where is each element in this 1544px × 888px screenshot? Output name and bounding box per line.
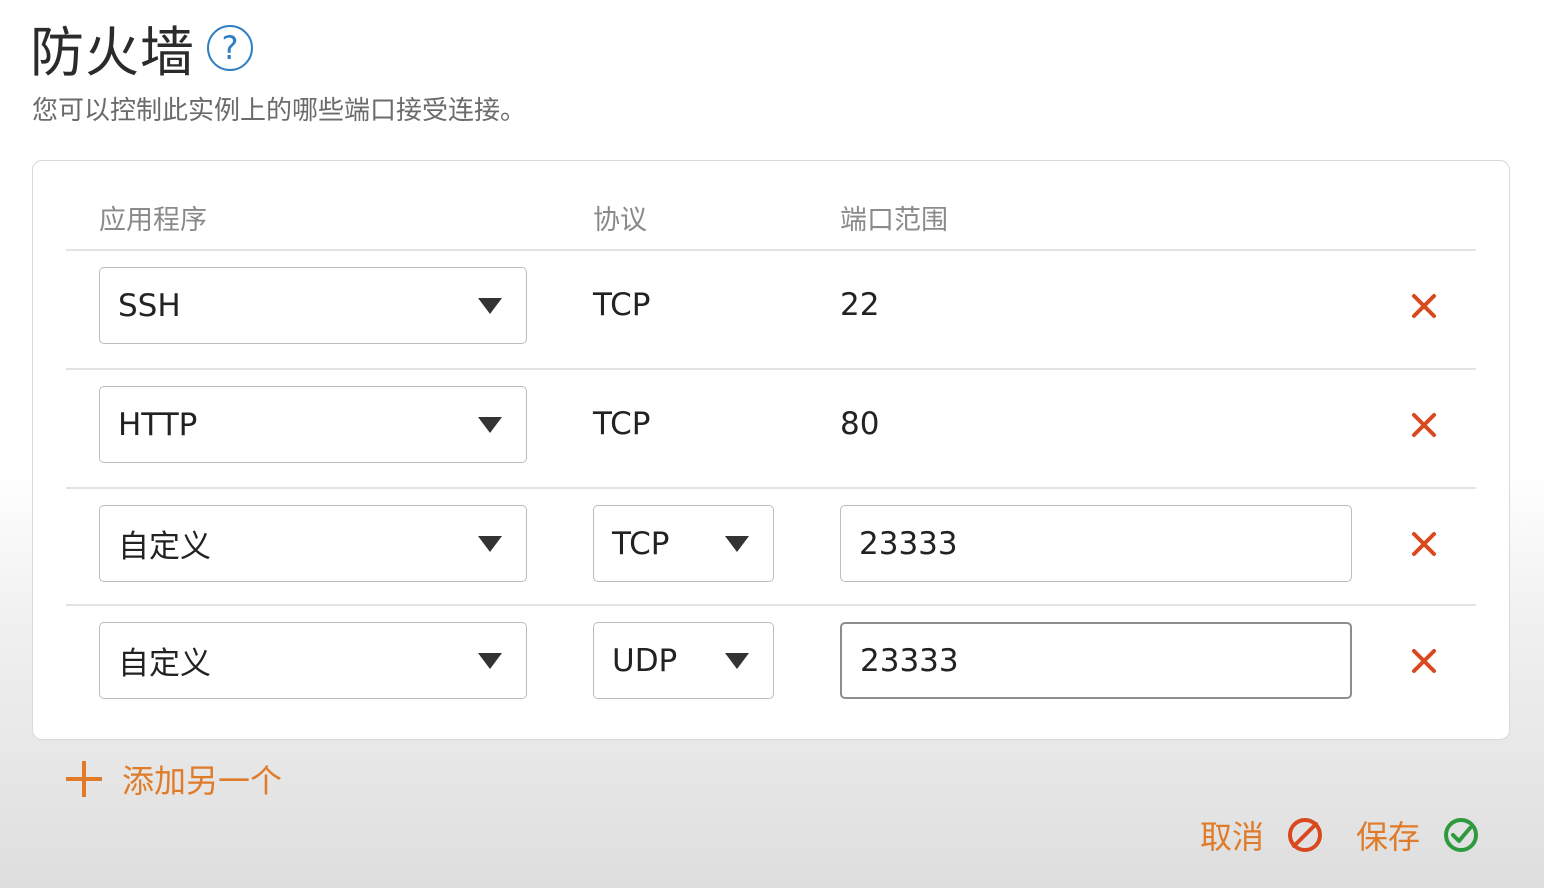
caret-down-icon: [478, 652, 502, 669]
close-x-icon: [1412, 293, 1436, 318]
application-select-value: HTTP: [118, 406, 198, 443]
circle-slash-icon: [1288, 818, 1323, 852]
application-select[interactable]: SSH: [99, 267, 527, 344]
rule-row-custom-udp: 自定义 UDP: [0, 622, 1544, 700]
row-divider: [66, 368, 1476, 370]
application-select[interactable]: HTTP: [99, 386, 527, 463]
save-button[interactable]: 保存: [1356, 812, 1480, 858]
page-header: 防火墙 ?: [30, 8, 253, 87]
protocol-select[interactable]: UDP: [593, 622, 774, 699]
close-x-icon: [1412, 648, 1436, 673]
header-divider: [66, 249, 1476, 251]
rule-row-custom-tcp: 自定义 TCP: [0, 505, 1544, 583]
caret-down-icon: [478, 416, 502, 433]
port-value: 22: [840, 287, 880, 323]
delete-rule-button[interactable]: [1406, 267, 1442, 344]
protocol-select[interactable]: TCP: [593, 505, 774, 582]
caret-down-icon: [478, 535, 502, 552]
column-header-application: 应用程序: [99, 205, 207, 236]
protocol-select-value: UDP: [612, 642, 678, 679]
rule-row-ssh: SSH TCP 22: [0, 267, 1544, 345]
application-select[interactable]: 自定义: [99, 505, 527, 582]
cancel-button[interactable]: 取消: [1200, 812, 1324, 858]
application-select-value: 自定义: [118, 646, 211, 682]
protocol-value: TCP: [593, 406, 651, 442]
plus-icon: [64, 759, 104, 799]
help-icon[interactable]: ?: [207, 24, 253, 71]
check-circle-icon: [1444, 818, 1479, 852]
protocol-select-value: TCP: [612, 525, 670, 562]
delete-rule-button[interactable]: [1406, 386, 1442, 463]
row-divider: [66, 604, 1476, 606]
page-subtitle: 您可以控制此实例上的哪些端口接受连接。: [32, 96, 527, 126]
column-header-protocol: 协议: [593, 205, 647, 236]
add-another-button[interactable]: 添加另一个: [64, 756, 282, 802]
row-divider: [66, 487, 1476, 489]
protocol-value: TCP: [593, 287, 651, 323]
delete-rule-button[interactable]: [1406, 505, 1442, 582]
close-x-icon: [1412, 531, 1436, 556]
column-header-port-range: 端口范围: [840, 205, 948, 236]
port-value: 80: [840, 406, 880, 442]
delete-rule-button[interactable]: [1406, 622, 1442, 699]
caret-down-icon: [725, 652, 749, 669]
rule-row-http: HTTP TCP 80: [0, 386, 1544, 464]
application-select[interactable]: 自定义: [99, 622, 527, 699]
port-range-input[interactable]: [840, 622, 1352, 699]
port-range-input[interactable]: [840, 505, 1352, 582]
page-title: 防火墙: [30, 21, 195, 84]
close-x-icon: [1412, 412, 1436, 437]
add-another-label: 添加另一个: [122, 762, 283, 800]
application-select-value: 自定义: [118, 529, 211, 565]
cancel-label: 取消: [1200, 818, 1265, 856]
save-label: 保存: [1356, 818, 1421, 856]
caret-down-icon: [478, 297, 502, 314]
application-select-value: SSH: [118, 287, 181, 324]
caret-down-icon: [725, 535, 749, 552]
